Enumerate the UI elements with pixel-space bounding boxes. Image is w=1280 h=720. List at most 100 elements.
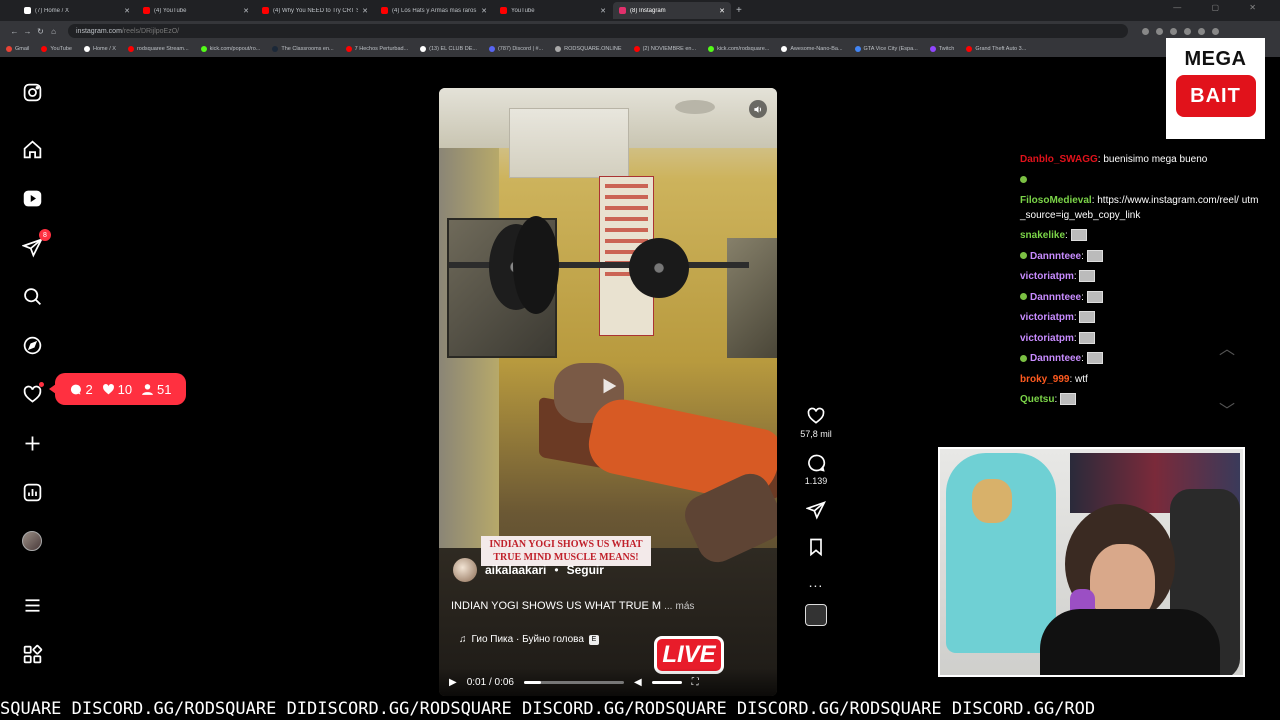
bookmark-item[interactable]: Grand Theft Auto 3... bbox=[966, 46, 1026, 52]
more-options-button[interactable]: ... bbox=[794, 574, 838, 590]
share-button[interactable] bbox=[794, 500, 838, 523]
browser-tab-bar: — ▢ ✕ (7) Home / X ✕ (4) YouTube ✕ (4) Why Y… bbox=[0, 0, 1280, 21]
caption-text: INDIAN YOGI SHOWS US WHAT TRUE M bbox=[451, 600, 662, 612]
close-tab-icon[interactable]: ✕ bbox=[362, 7, 368, 15]
audio-thumbnail[interactable] bbox=[805, 604, 827, 626]
close-tab-icon[interactable]: ✕ bbox=[481, 7, 487, 15]
bookmark-item[interactable]: rodsquaree Stream... bbox=[127, 46, 189, 52]
browser-tab[interactable]: YouTube ✕ bbox=[494, 2, 612, 19]
bookmark-item[interactable]: GTA Vice City (Espa... bbox=[854, 46, 918, 52]
browser-tab[interactable]: (7) Home / X ✕ bbox=[18, 2, 136, 19]
next-reel-button[interactable]: ﹀ bbox=[1210, 392, 1244, 426]
bookmark-item[interactable]: The Classrooms en... bbox=[272, 46, 334, 52]
bookmark-item[interactable]: Twitch bbox=[929, 46, 954, 52]
share-icon[interactable] bbox=[1156, 27, 1163, 35]
home-icon[interactable]: ⌂ bbox=[47, 27, 60, 36]
extension-icon[interactable] bbox=[1184, 27, 1191, 35]
zoom-icon[interactable] bbox=[1142, 27, 1149, 35]
extension-icon[interactable] bbox=[1198, 27, 1205, 35]
bookmark-item[interactable]: YouTube bbox=[41, 46, 72, 52]
volume-slider[interactable] bbox=[651, 680, 682, 684]
bookmark-item[interactable]: kick.com/rodsquare... bbox=[708, 46, 769, 52]
chat-text: buenisimo mega bueno bbox=[1103, 154, 1208, 165]
bookmark-label: RODSQUARE.ONLINE bbox=[564, 46, 622, 52]
chat-username: Dannnteee bbox=[1030, 353, 1082, 364]
window-controls[interactable]: — ▢ ✕ bbox=[1173, 3, 1270, 12]
chat-username: Quetsu bbox=[1020, 394, 1055, 405]
bookmark-item[interactable]: Gmail bbox=[6, 46, 29, 52]
close-tab-icon[interactable]: ✕ bbox=[600, 7, 606, 15]
reels-icon[interactable] bbox=[20, 186, 44, 210]
notification-dot bbox=[39, 382, 44, 387]
previous-reel-button[interactable]: ︿ bbox=[1210, 330, 1244, 364]
menu-icon[interactable] bbox=[20, 593, 44, 617]
profile-avatar[interactable] bbox=[20, 529, 44, 553]
browser-tab[interactable]: (8) Instagram ✕ bbox=[613, 2, 731, 19]
author-name[interactable]: aikalaakari bbox=[485, 563, 546, 577]
bookmark-star-icon[interactable] bbox=[1170, 27, 1177, 35]
follow-count: 51 bbox=[141, 382, 172, 397]
bookmark-label: GTA Vice City (Espa... bbox=[863, 46, 918, 52]
notifications-heart-icon[interactable] bbox=[20, 382, 44, 406]
play-overlay-icon[interactable] bbox=[589, 366, 629, 406]
new-tab-button[interactable]: + bbox=[736, 5, 742, 16]
bookmark-item[interactable]: Home / X bbox=[84, 46, 116, 52]
close-tab-icon[interactable]: ✕ bbox=[719, 7, 725, 15]
browser-address-bar: ← → ↻ ⌂ instagram.com/reels/DRijlpoEzO/ bbox=[0, 21, 1280, 41]
like-count: 57,8 mil bbox=[800, 429, 832, 439]
heart-icon bbox=[102, 383, 114, 394]
explore-icon[interactable] bbox=[20, 333, 44, 357]
like-button[interactable]: 57,8 mil bbox=[794, 406, 838, 439]
back-icon[interactable]: ← bbox=[8, 27, 21, 36]
bookmark-item[interactable]: (2) NOVIEMBRE en... bbox=[633, 46, 696, 52]
comment-button[interactable]: 1.139 bbox=[794, 453, 838, 486]
close-tab-icon[interactable]: ✕ bbox=[124, 7, 130, 15]
bookmark-favicon-icon bbox=[555, 46, 562, 52]
dashboard-icon[interactable] bbox=[20, 480, 44, 504]
browser-tab[interactable]: (4) YouTube ✕ bbox=[137, 2, 255, 19]
mute-button[interactable] bbox=[749, 100, 767, 118]
bookmark-item[interactable]: kick.com/popout/ro... bbox=[200, 46, 260, 52]
bookmark-item[interactable]: RODSQUARE.ONLINE bbox=[555, 46, 622, 52]
tab-favicon-icon bbox=[381, 7, 388, 14]
more-apps-icon[interactable] bbox=[20, 642, 44, 666]
save-button[interactable] bbox=[794, 537, 838, 560]
url-field[interactable]: instagram.com/reels/DRijlpoEzO/ bbox=[68, 24, 1128, 38]
messages-icon[interactable]: 8 bbox=[20, 229, 51, 259]
follow-button[interactable]: Seguir bbox=[567, 563, 604, 577]
search-icon[interactable] bbox=[20, 284, 44, 308]
bookmark-item[interactable]: 7 Hechos Perturbad... bbox=[345, 46, 409, 52]
fullscreen-icon[interactable]: ⛶ bbox=[692, 677, 699, 688]
more-caption-link[interactable]: más bbox=[676, 601, 695, 612]
reel-video[interactable]: INDIAN YOGI SHOWS US WHAT TRUE MIND MUSC… bbox=[439, 88, 777, 696]
close-tab-icon[interactable]: ✕ bbox=[243, 7, 249, 15]
bookmark-label: 7 Hechos Perturbad... bbox=[354, 46, 409, 52]
chat-message: Danblo_SWAGG: buenisimo mega bueno bbox=[1020, 154, 1208, 165]
emoji-icon bbox=[1020, 293, 1027, 301]
bookmark-item[interactable]: (787) Discord | #... bbox=[488, 46, 543, 52]
video-time: 0:01 / 0:06 bbox=[466, 676, 514, 688]
forward-icon[interactable]: → bbox=[21, 27, 34, 36]
home-icon[interactable] bbox=[20, 137, 44, 161]
bookmark-favicon-icon bbox=[84, 46, 90, 52]
browser-tab[interactable]: (4) Why You NEED to Try CRT S ✕ bbox=[256, 2, 374, 19]
caption-ellipsis: ... bbox=[664, 601, 673, 612]
author-avatar[interactable] bbox=[453, 558, 477, 582]
chat-username: victoriatpm bbox=[1020, 332, 1074, 344]
play-icon[interactable]: ▶ bbox=[449, 677, 457, 688]
reload-icon[interactable]: ↻ bbox=[34, 27, 47, 36]
bookmark-label: The Classrooms en... bbox=[281, 46, 334, 52]
create-plus-icon[interactable] bbox=[20, 431, 44, 455]
comment-count: 1.139 bbox=[804, 476, 828, 486]
activity-notification-tooltip[interactable]: 2 10 51 bbox=[49, 373, 186, 405]
seek-bar[interactable] bbox=[523, 680, 624, 684]
tab-title: (4) Why You NEED to Try CRT S bbox=[273, 7, 359, 14]
volume-icon[interactable]: ◀ bbox=[634, 677, 642, 688]
reel-audio[interactable]: ♫ Гио Пика · Буйно голова E bbox=[459, 634, 599, 645]
instagram-logo-icon[interactable] bbox=[20, 80, 44, 104]
bookmark-item[interactable]: Awesome-Nano-Ba... bbox=[781, 46, 843, 52]
bookmark-item[interactable]: (13) EL CLUB DE... bbox=[420, 46, 477, 52]
browser-tab[interactable]: (4) Los Hats y Armas mas raros ✕ bbox=[375, 2, 493, 19]
profile-icon[interactable] bbox=[1212, 27, 1219, 35]
tab-title: (4) Los Hats y Armas mas raros bbox=[392, 7, 477, 14]
